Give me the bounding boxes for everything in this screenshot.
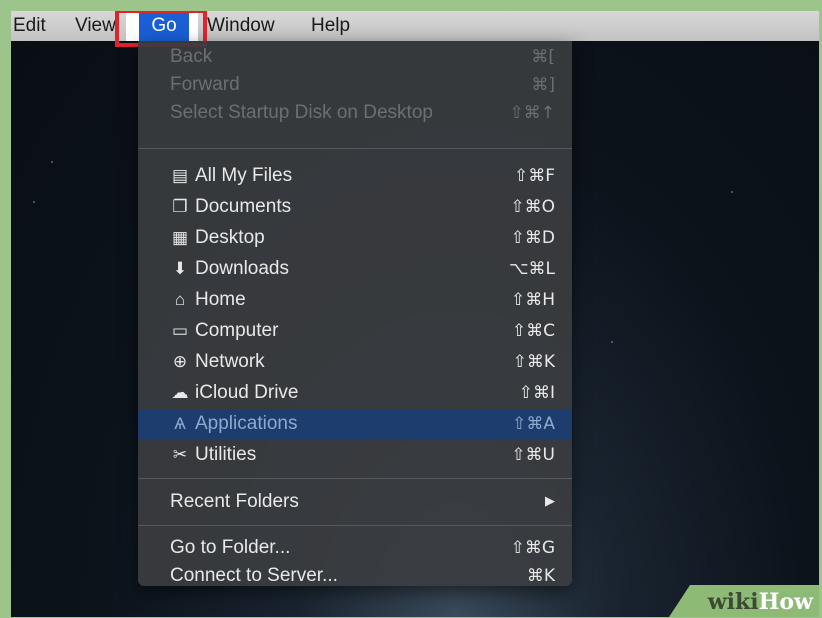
shortcut: ⇧⌘C [511, 321, 555, 341]
shortcut: ⇧⌘K [512, 352, 555, 372]
star [611, 341, 613, 343]
menu-item-applications[interactable]: Ѧ Applications ⇧⌘A [138, 409, 572, 439]
menu-item-startup-disk[interactable]: Select Startup Disk on Desktop ⇧⌘↑ [138, 98, 572, 128]
shortcut: ⇧⌘F [513, 166, 555, 186]
star [731, 191, 733, 193]
menu-item-network[interactable]: ⊕ Network ⇧⌘K [138, 347, 572, 377]
menu-item-forward[interactable]: Forward ⌘] [138, 70, 572, 100]
shortcut: ⇧⌘G [510, 538, 555, 558]
shortcut: ⇧⌘U [511, 445, 555, 465]
menu-item-back[interactable]: Back ⌘[ [138, 42, 572, 72]
menu-item-all-my-files[interactable]: ▤ All My Files ⇧⌘F [138, 161, 572, 191]
watermark-how: How [758, 589, 813, 615]
menu-view[interactable]: View [75, 13, 116, 39]
go-dropdown-menu: Back ⌘[ Forward ⌘] Select Startup Disk o… [138, 41, 572, 586]
menu-edit[interactable]: Edit [13, 13, 46, 39]
menu-item-icloud-drive[interactable]: ☁ iCloud Drive ⇧⌘I [138, 378, 572, 408]
menu-item-go-to-folder[interactable]: Go to Folder... ⇧⌘G [138, 533, 572, 563]
desktop-icon: ▦ [171, 228, 189, 247]
applications-icon: Ѧ [174, 414, 186, 433]
menu-window[interactable]: Window [207, 13, 275, 39]
menu-item-label: Utilities [195, 444, 257, 465]
utilities-icon: ✂ [172, 445, 188, 464]
submenu-arrow-icon: ▶ [545, 494, 555, 509]
star [51, 161, 53, 163]
separator [138, 478, 572, 479]
menu-item-label: Go to Folder... [170, 537, 291, 558]
shortcut: ⌥⌘L [508, 259, 555, 279]
menu-item-label: Applications [195, 413, 298, 434]
shortcut: ⇧⌘O [510, 197, 555, 217]
menu-item-label: Select Startup Disk on Desktop [170, 102, 433, 123]
menu-item-documents[interactable]: ❐ Documents ⇧⌘O [138, 192, 572, 222]
menu-item-desktop[interactable]: ▦ Desktop ⇧⌘D [138, 223, 572, 253]
separator [138, 525, 572, 526]
menu-item-label: Computer [195, 320, 279, 341]
shortcut: ⌘] [531, 75, 555, 95]
menu-item-label: Back [170, 46, 213, 67]
shortcut: ⌘K [526, 566, 555, 586]
menu-item-label: Recent Folders [170, 491, 299, 512]
menu-item-connect-to-server[interactable]: Connect to Server... ⌘K [138, 561, 572, 591]
watermark-wiki: wiki [707, 589, 759, 615]
menu-item-computer[interactable]: ▭ Computer ⇧⌘C [138, 316, 572, 346]
menu-help[interactable]: Help [311, 13, 350, 39]
files-icon: ▤ [171, 166, 189, 185]
home-icon: ⌂ [174, 290, 186, 309]
wikihow-watermark: wikiHow [669, 585, 819, 617]
menu-item-label: iCloud Drive [195, 382, 299, 403]
star [33, 201, 35, 203]
menu-item-label: All My Files [195, 165, 293, 186]
shortcut: ⇧⌘D [510, 228, 555, 248]
computer-icon: ▭ [171, 321, 189, 340]
menu-item-label: Desktop [195, 227, 265, 248]
menu-item-label: Documents [195, 196, 292, 217]
shortcut: ⇧⌘H [510, 290, 555, 310]
menu-item-home[interactable]: ⌂ Home ⇧⌘H [138, 285, 572, 315]
shortcut: ⇧⌘A [512, 414, 555, 434]
network-icon: ⊕ [172, 352, 188, 371]
menu-item-label: Connect to Server... [170, 565, 338, 586]
menu-item-recent-folders[interactable]: Recent Folders ▶ [138, 487, 572, 517]
menu-item-label: Forward [170, 74, 240, 95]
separator [138, 148, 572, 149]
shortcut: ⇧⌘↑ [509, 103, 556, 123]
shortcut: ⌘[ [531, 47, 555, 67]
shortcut: ⇧⌘I [518, 383, 555, 403]
menu-item-utilities[interactable]: ✂ Utilities ⇧⌘U [138, 440, 572, 470]
downloads-icon: ⬇ [172, 259, 188, 278]
menu-item-label: Home [195, 289, 246, 310]
screenshot-frame: Edit View Go Window Help Back ⌘[ Forward… [11, 11, 819, 617]
documents-icon: ❐ [172, 197, 188, 216]
menu-item-downloads[interactable]: ⬇ Downloads ⌥⌘L [138, 254, 572, 284]
cloud-icon: ☁ [171, 383, 189, 402]
menu-item-label: Network [195, 351, 265, 372]
menu-bar: Edit View Go Window Help [11, 11, 819, 47]
menu-item-label: Downloads [195, 258, 289, 279]
